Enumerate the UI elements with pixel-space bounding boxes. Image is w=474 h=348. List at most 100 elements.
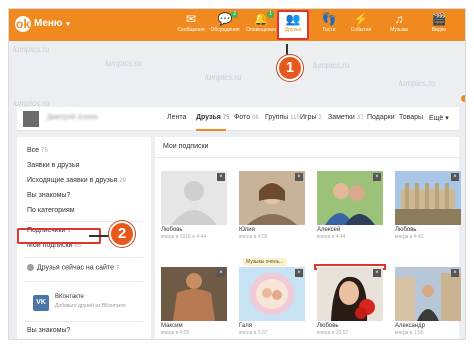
sidebar-item-label: Исходящие заявки в друзья (27, 177, 118, 184)
tab-count: 37 (356, 115, 364, 121)
sidebar-item-label: Друзья сейчас на сайте (37, 264, 114, 272)
browser-frame: ok Меню ▼ ✉ Сообщения 💬 Обсуждения 2 🔔 Оп… (8, 8, 466, 340)
nav-label: Музыка (390, 27, 408, 33)
card-date: вчера в 4:55 (239, 234, 268, 240)
nav-label: События (350, 27, 372, 33)
card-name[interactable]: Юлия (239, 227, 255, 233)
nav-discussions[interactable]: 💬 Обсуждения 2 (209, 11, 241, 40)
nav-messages[interactable]: ✉ Сообщения (175, 12, 207, 40)
close-icon[interactable]: × (373, 269, 381, 277)
friends-online-icon (27, 264, 34, 271)
tab-label: Товары (399, 114, 424, 121)
nav-events[interactable]: ⚡ События (345, 12, 377, 40)
tab-photos[interactable]: Фото 86 (234, 114, 259, 121)
nav-video[interactable]: 🎬 Видео (423, 12, 455, 40)
events-icon: ⚡ (353, 12, 369, 26)
divider (25, 281, 143, 282)
sidebar-item-online[interactable]: Друзья сейчас на сайте 7 (27, 264, 119, 271)
vk-import-box[interactable]: VK ВКонтакте Добавьте друзей из ВКонтакт… (25, 289, 143, 317)
avatar[interactable] (23, 111, 39, 127)
card-name[interactable]: Максим (161, 323, 183, 329)
tab-feed[interactable]: Лента (167, 114, 186, 121)
close-icon[interactable]: × (295, 173, 303, 181)
sidebar-item-all[interactable]: Все 75 (27, 147, 48, 154)
sidebar-item-count: 29 (119, 178, 126, 184)
close-icon[interactable]: × (373, 173, 381, 181)
card-name[interactable]: Любовь (395, 227, 417, 233)
video-icon: 🎬 (431, 12, 447, 26)
card-name[interactable]: Галя (239, 323, 252, 329)
tab-label: Заметки (328, 114, 355, 121)
watermark: lumpics.ru (399, 79, 436, 88)
nav-label: Оповещения (246, 27, 276, 33)
nav-label: Сообщения (177, 27, 205, 33)
sidebar-item-count: 75 (41, 148, 48, 154)
sidebar-item-know-bottom[interactable]: Вы знакомы? (27, 327, 70, 334)
sidebar-item-requests[interactable]: Заявки в друзья (27, 162, 79, 169)
help-icon[interactable] (461, 95, 465, 102)
card-name[interactable]: Алексей (317, 227, 340, 233)
divider (155, 157, 459, 158)
nav-notifications[interactable]: 🔔 Оповещения 1 (245, 11, 277, 40)
tab-gifts[interactable]: Подарки (367, 114, 395, 121)
tab-count: 75 (222, 115, 230, 121)
card-date: вчера в 2016 в 4:44 (161, 234, 207, 240)
close-icon[interactable]: × (217, 269, 225, 277)
sidebar-item-categories[interactable]: По категориям (27, 207, 75, 214)
close-icon[interactable]: × (217, 173, 225, 181)
card-name[interactable]: Любовь (317, 323, 339, 329)
sidebar-item-label: По категориям (27, 207, 75, 214)
card-name[interactable]: Александр (395, 323, 425, 329)
sidebar-item-label: Вы знакомы? (27, 327, 71, 334)
sidebar-item-know[interactable]: Вы знакомы? (27, 192, 70, 199)
pointer-line (89, 235, 111, 237)
nav-music[interactable]: ♫ Музыка (383, 12, 415, 40)
notification-badge: 2 (231, 11, 238, 18)
user-name[interactable]: Дмитрий Алиев (47, 114, 98, 121)
vk-logo-icon: VK (33, 295, 49, 311)
tab-label: Ещё (429, 115, 444, 122)
close-icon[interactable]: × (451, 269, 459, 277)
tab-label: Лента (167, 114, 187, 121)
chevron-down-icon: ▾ (445, 115, 449, 122)
tab-more[interactable]: Ещё ▾ (429, 114, 449, 122)
active-tab-indicator (196, 129, 226, 131)
card-name[interactable]: Любовь (161, 227, 183, 233)
watermark: lumpics.ru (105, 59, 142, 68)
step-badge-2: 2 (109, 221, 135, 247)
ok-logo[interactable]: ok (15, 16, 31, 32)
sidebar-item-label: Все (27, 147, 40, 154)
step-badge-1: 1 (277, 55, 303, 81)
sidebar-item-label: Вы знакомы? (27, 192, 71, 199)
divider (25, 321, 143, 322)
tab-friends[interactable]: Друзья 75 (196, 114, 229, 121)
nav-friends[interactable]: 👥 Друзья (277, 10, 309, 40)
close-icon[interactable]: × (295, 269, 303, 277)
menu-button[interactable]: Меню ▼ (34, 18, 71, 29)
sidebar-item-label: Заявки в друзья (27, 162, 80, 169)
tab-notes[interactable]: Заметки 37 (328, 114, 363, 121)
status-tag: Музыкы очень... (243, 258, 287, 266)
menu-label: Меню (34, 18, 63, 29)
tab-groups[interactable]: Группы 115 (265, 114, 300, 121)
vk-subtitle: Добавьте друзей из ВКонтакте (55, 303, 126, 309)
nav-label: Друзья (284, 27, 302, 33)
card-date: вчера в 4:44 (317, 234, 346, 240)
divider (25, 257, 143, 258)
nav-label: Видео (431, 27, 447, 33)
tab-count: 2 (318, 115, 322, 121)
nav-guests[interactable]: 👣 Гости (313, 12, 345, 40)
close-icon[interactable]: × (451, 173, 459, 181)
card-date: вчера в 4:42 (395, 234, 424, 240)
sidebar-item-outgoing[interactable]: Исходящие заявки в друзья 29 (27, 177, 126, 184)
guests-icon: 👣 (321, 12, 337, 26)
profile-tabs-bar: Дмитрий Алиев Лента Друзья 75 Фото 86 Гр… (17, 107, 459, 131)
tab-label: Подарки (367, 114, 395, 121)
subscriptions-panel: Мои подписки × Любовь вчера в 2016 в 4:4… (155, 137, 461, 339)
tab-label: Группы (265, 114, 289, 121)
tab-label: Фото (234, 114, 251, 121)
tab-games[interactable]: Игры 2 (300, 114, 322, 121)
tab-goods[interactable]: Товары (399, 114, 423, 121)
watermark: lumpics.ru (205, 73, 242, 82)
tab-count: 115 (290, 115, 300, 121)
